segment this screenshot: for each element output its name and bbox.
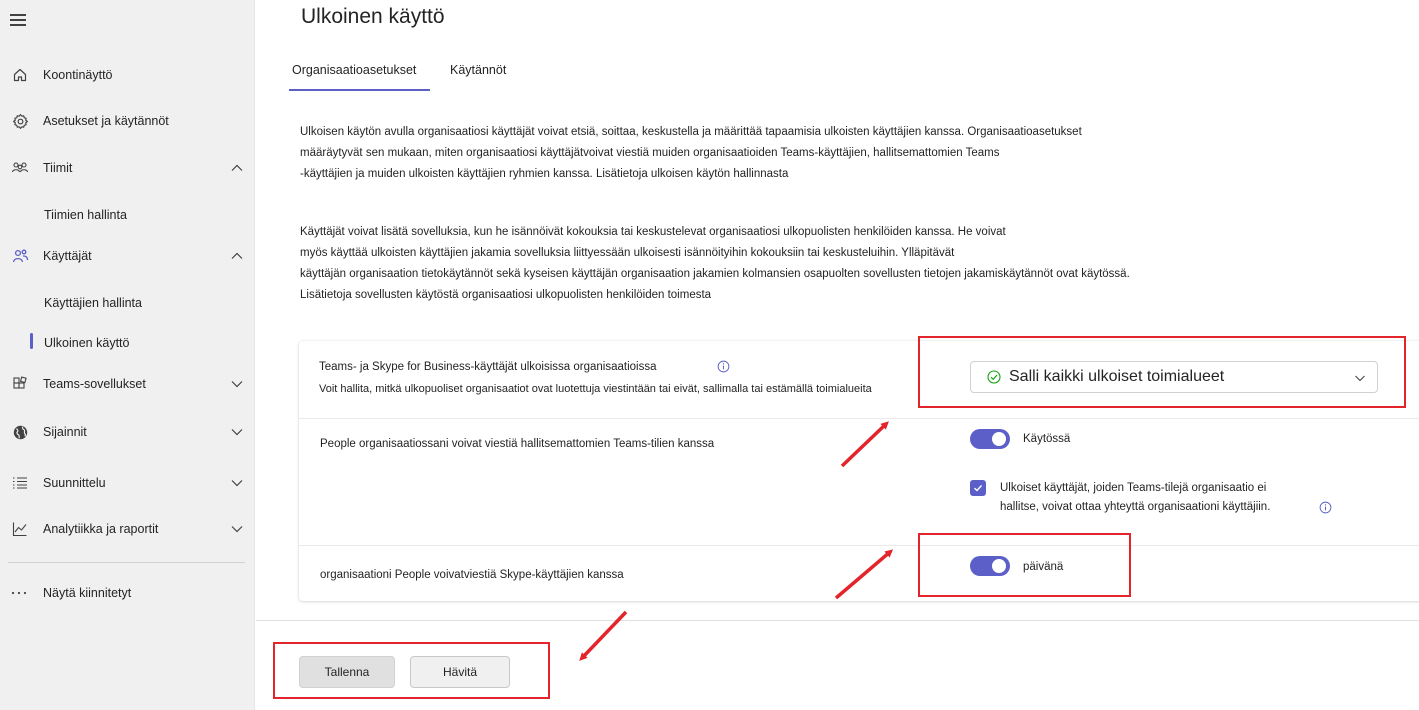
sidebar-item-planning[interactable]: Suunnittelu	[0, 465, 255, 501]
users-icon	[11, 247, 29, 265]
sidebar-item-label: Analytiikka ja raportit	[43, 522, 159, 536]
skype-users-label: organisaationi People voivatviestiä Skyp…	[320, 569, 624, 581]
annotation-box-skype-toggle	[918, 533, 1131, 597]
row-divider	[299, 418, 1419, 419]
sidebar-divider	[8, 562, 245, 563]
intro-line: käyttäjän organisaation tietokäytännöt s…	[300, 268, 1130, 280]
intro-paragraph-2: Käyttäjät voivat lisätä sovelluksia, kun…	[300, 222, 1180, 306]
unmanaged-accounts-label: People organisaatiossani voivat viestiä …	[320, 438, 715, 450]
sidebar-item-show-pinned[interactable]: Näytä kiinnitetyt	[0, 575, 255, 611]
list-icon	[11, 474, 29, 492]
unmanaged-contact-checkbox-label: Ulkoiset käyttäjät, joiden Teams-tilejä …	[1000, 479, 1300, 517]
teams-icon	[11, 159, 29, 177]
sidebar: Koontinäyttö Asetukset ja käytännöt Tiim…	[0, 0, 255, 710]
sidebar-item-settings[interactable]: Asetukset ja käytännöt	[0, 103, 255, 139]
intro-line-link[interactable]: Lisätietoja sovellusten käytöstä organis…	[300, 285, 1180, 306]
sidebar-item-external-access[interactable]: Ulkoinen käyttö	[0, 325, 255, 361]
chevron-down-icon[interactable]	[230, 522, 244, 536]
intro-line: Ulkoisen käytön avulla organisaatiosi kä…	[300, 126, 1082, 138]
sidebar-item-teams[interactable]: Tiimit	[0, 150, 255, 186]
sidebar-item-label: Koontinäyttö	[43, 68, 113, 82]
unmanaged-contact-checkbox[interactable]	[970, 480, 986, 496]
chevron-down-icon[interactable]	[230, 425, 244, 439]
hamburger-menu-icon[interactable]	[10, 14, 26, 30]
sidebar-item-locations[interactable]: Sijainnit	[0, 414, 255, 450]
sidebar-item-label: Käyttäjien hallinta	[44, 296, 142, 310]
sidebar-item-users[interactable]: Käyttäjät	[0, 238, 255, 274]
sidebar-item-label: Tiimien hallinta	[44, 208, 127, 222]
checkmark-icon	[974, 485, 983, 492]
sidebar-item-manage-teams[interactable]: Tiimien hallinta	[0, 197, 255, 233]
more-icon	[11, 584, 29, 602]
sidebar-item-label: Teams-sovellukset	[43, 377, 146, 391]
info-icon[interactable]	[717, 360, 730, 373]
teams-skype-label: Teams- ja Skype for Business-käyttäjät u…	[319, 361, 657, 373]
apps-icon	[11, 375, 29, 393]
intro-paragraph-1: Ulkoisen käytön avulla organisaatiosi kä…	[300, 122, 1180, 185]
sidebar-item-dashboard[interactable]: Koontinäyttö	[0, 57, 255, 93]
annotation-box-dropdown	[918, 336, 1406, 408]
page-title: Ulkoinen käyttö	[301, 5, 445, 28]
sidebar-item-teams-apps[interactable]: Teams-sovellukset	[0, 366, 255, 402]
globe-icon	[11, 423, 29, 441]
intro-line: määräytyvät sen mukaan, miten organisaat…	[300, 147, 1000, 159]
annotation-box-buttons	[273, 642, 550, 699]
chart-icon	[11, 520, 29, 538]
unmanaged-accounts-toggle[interactable]	[970, 429, 1010, 449]
intro-line: myös käyttää ulkoisten käyttäjien jakami…	[300, 247, 955, 259]
sidebar-item-label: Sijainnit	[43, 425, 87, 439]
info-icon[interactable]	[1319, 501, 1332, 514]
toggle-knob	[992, 432, 1006, 446]
chevron-down-icon[interactable]	[230, 476, 244, 490]
checkbox-label-line: Ulkoiset käyttäjät, joiden Teams-tilejä …	[1000, 482, 1267, 494]
active-tab-indicator	[289, 89, 430, 91]
sidebar-item-label: Asetukset ja käytännöt	[43, 114, 169, 128]
intro-line: Käyttäjät voivat lisätä sovelluksia, kun…	[300, 226, 1006, 238]
sidebar-item-manage-users[interactable]: Käyttäjien hallinta	[0, 285, 255, 321]
gear-icon	[11, 112, 29, 130]
tab-organization-settings[interactable]: Organisaatioasetukset	[292, 63, 416, 77]
sidebar-item-label: Tiimit	[43, 161, 73, 175]
unmanaged-toggle-label: Käytössä	[1023, 433, 1071, 445]
chevron-down-icon[interactable]	[230, 377, 244, 391]
sidebar-item-label: Käyttäjät	[43, 249, 92, 263]
tab-policies[interactable]: Käytännöt	[450, 63, 506, 77]
chevron-up-icon[interactable]	[230, 249, 244, 263]
sidebar-item-label: Ulkoinen käyttö	[44, 336, 130, 350]
checkbox-label-line: hallitse, voivat ottaa yhteyttä organisa…	[1000, 501, 1271, 513]
intro-line-link[interactable]: -käyttäjien ja muiden ulkoisten käyttäji…	[300, 164, 1180, 185]
sidebar-item-analytics[interactable]: Analytiikka ja raportit	[0, 511, 255, 547]
chevron-up-icon[interactable]	[230, 161, 244, 175]
home-icon	[11, 66, 29, 84]
row-divider	[299, 545, 1419, 546]
sidebar-item-label: Suunnittelu	[43, 476, 106, 490]
footer-divider	[256, 620, 1419, 621]
sidebar-item-label: Näytä kiinnitetyt	[43, 586, 132, 600]
teams-skype-description: Voit hallita, mitkä ulkopuoliset organis…	[319, 383, 872, 395]
